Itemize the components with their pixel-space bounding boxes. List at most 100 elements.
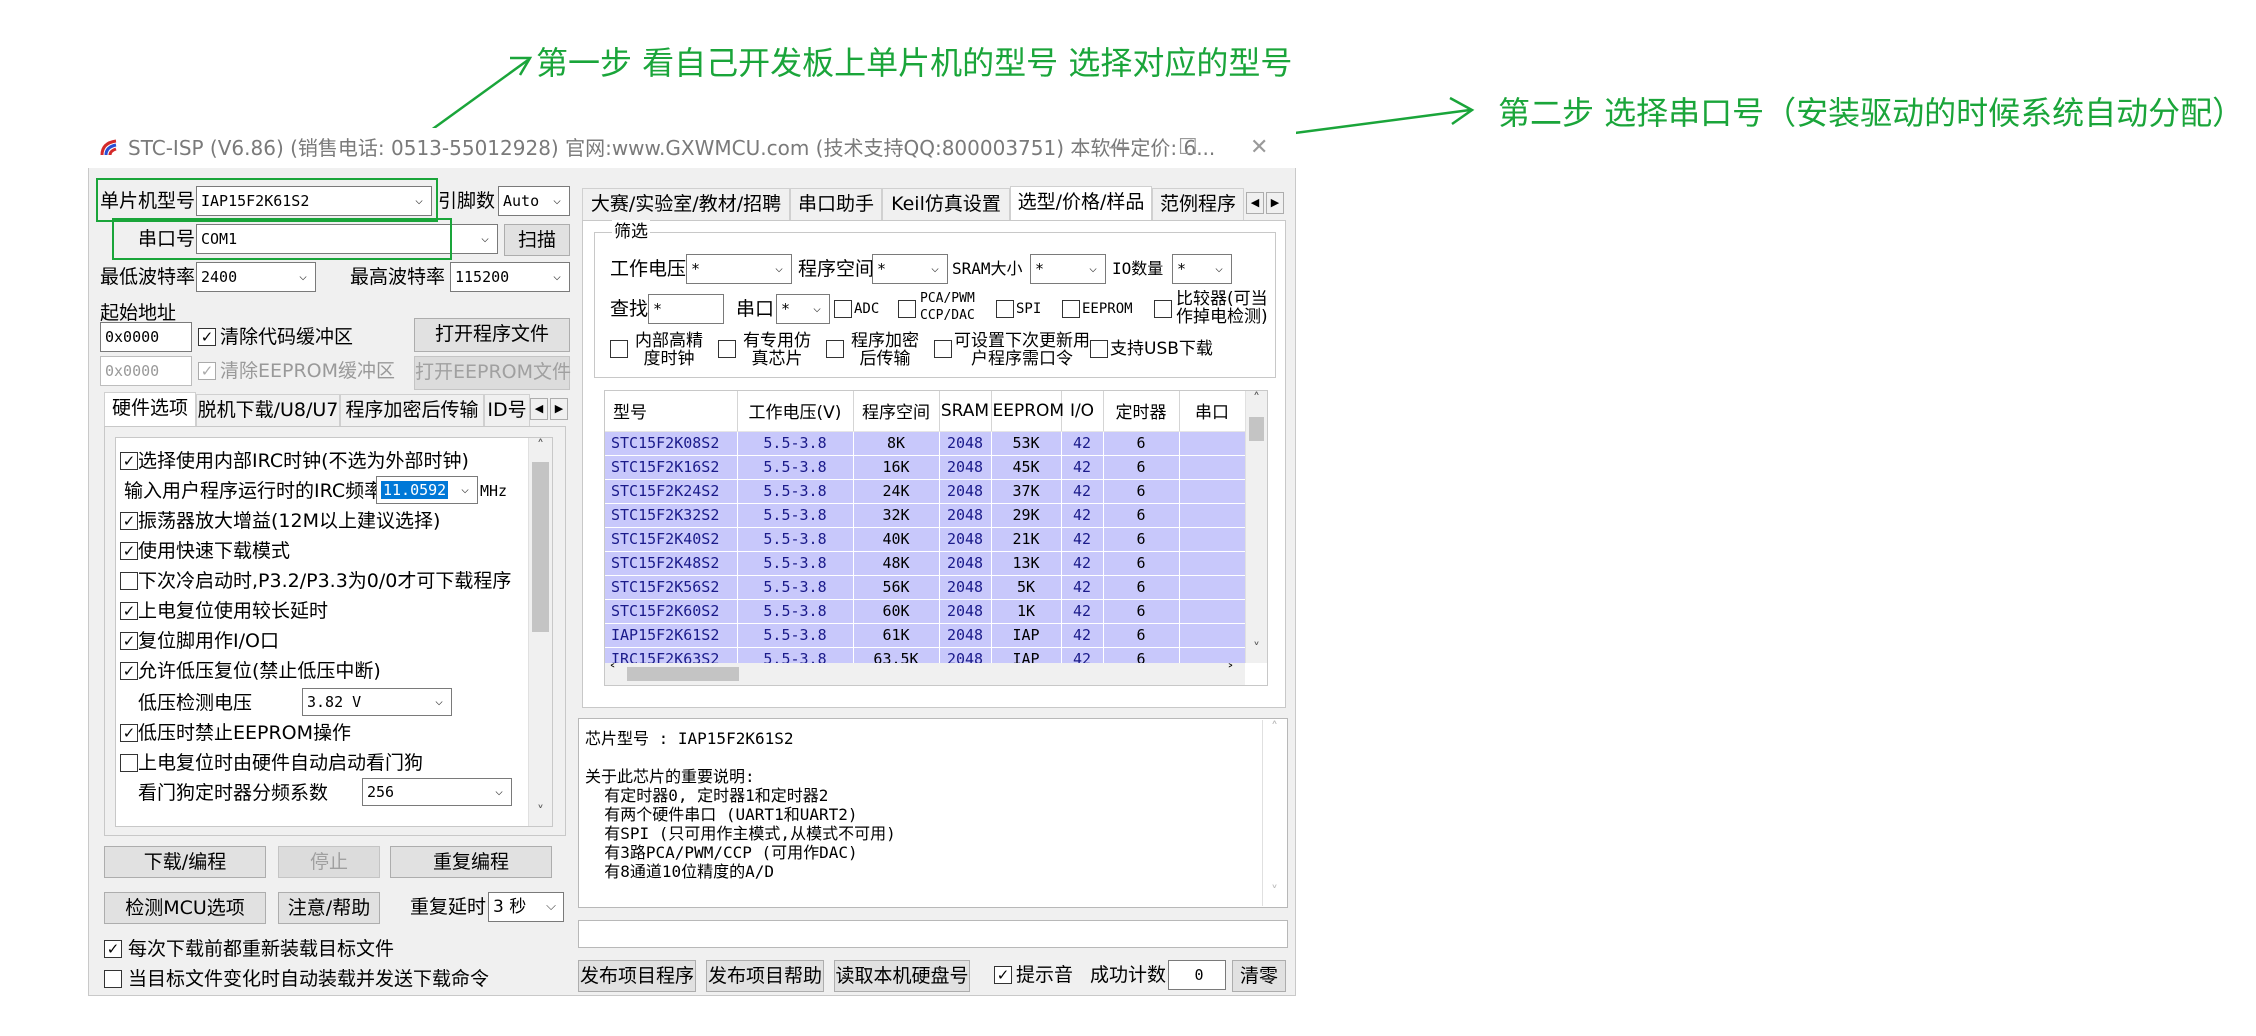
read-disk-button[interactable]: 读取本机硬盘号 (834, 960, 970, 992)
addr1-input[interactable]: 0x0000 (100, 322, 192, 352)
minimize-button[interactable]: — (1108, 128, 1130, 168)
update-cmd-checkbox[interactable] (934, 340, 952, 358)
min-baud-select[interactable]: 2400 ⌵ (196, 262, 316, 292)
auto-reload-checkbox[interactable] (104, 970, 122, 988)
close-button[interactable]: ✕ (1250, 128, 1268, 168)
chip-table-vthumb[interactable] (1249, 417, 1264, 441)
fast-download-checkbox[interactable]: ✓ (120, 542, 138, 560)
options-scrollbar[interactable]: ˄ ˅ (528, 438, 552, 826)
search-input[interactable]: * (648, 294, 724, 324)
chip-table-header-cell[interactable]: 程序空间 (853, 391, 940, 432)
table-row[interactable]: STC15F2K24S2 5.5-3.8 24K 2048 37K 42 6 (605, 479, 1246, 504)
tab-scroll-right-icon[interactable]: ▶ (550, 398, 568, 420)
watchdog-checkbox[interactable] (120, 754, 138, 772)
table-row[interactable]: STC15F2K32S2 5.5-3.8 32K 2048 29K 42 6 (605, 503, 1246, 528)
beep-checkbox[interactable]: ✓ (994, 966, 1012, 984)
tab-serial-assistant[interactable]: 串口助手 (790, 188, 882, 220)
internal-precision-checkbox[interactable] (610, 340, 628, 358)
encrypt-checkbox[interactable] (826, 340, 844, 358)
tab-keil[interactable]: Keil仿真设置 (882, 188, 1010, 220)
chip-table-header-cell[interactable]: 型号 (605, 391, 738, 432)
chip-table-header-cell[interactable]: 工作电压(V) (737, 391, 854, 432)
comparator-checkbox[interactable] (1154, 300, 1172, 318)
chip-table-vscroll[interactable]: ˄ ˅ (1245, 391, 1267, 663)
tab-hardware[interactable]: 硬件选项 (104, 392, 196, 426)
long-reset-checkbox[interactable]: ✓ (120, 602, 138, 620)
clear-count-button[interactable]: 清零 (1232, 960, 1286, 992)
scroll-up-icon[interactable]: ˄ (529, 438, 552, 460)
scroll-left-icon[interactable]: ˂ (609, 663, 616, 679)
table-row[interactable]: STC15F2K16S2 5.5-3.8 16K 2048 45K 42 6 (605, 455, 1246, 480)
chip-table-header-cell[interactable]: EEPROM (991, 391, 1064, 432)
tab-examples[interactable]: 范例程序 (1152, 188, 1244, 220)
options-scroll-thumb[interactable] (532, 462, 549, 632)
publish-program-button[interactable]: 发布项目程序 (578, 960, 696, 992)
reprogram-button[interactable]: 重复编程 (390, 846, 552, 878)
scroll-up-icon[interactable]: ˄ (1263, 720, 1286, 742)
sram-select[interactable]: * ⌵ (1030, 254, 1106, 284)
tab-encrypt[interactable]: 程序加密后传输 (340, 394, 484, 426)
tab-offline[interactable]: 脱机下载/U8/U7 (196, 394, 340, 426)
emulation-label: 有专用仿真芯片 (743, 331, 811, 369)
prog-space-select[interactable]: * ⌵ (872, 254, 948, 284)
detect-mcu-button[interactable]: 检测MCU选项 (104, 892, 266, 924)
maximize-button[interactable]: ☐ (1178, 128, 1198, 168)
chip-table-header-cell[interactable]: 串口 (1179, 391, 1246, 432)
p32-p33-checkbox[interactable] (120, 572, 138, 590)
scroll-down-icon[interactable]: ˅ (529, 804, 552, 826)
irc-clock-checkbox[interactable]: ✓ (120, 452, 138, 470)
chip-table-header-cell[interactable]: 定时器 (1103, 391, 1180, 432)
chip-table-header-cell[interactable]: SRAM (939, 391, 992, 432)
low-volt-reset-checkbox[interactable]: ✓ (120, 662, 138, 680)
table-cell: 45K (991, 455, 1062, 480)
max-baud-select[interactable]: 115200 ⌵ (450, 262, 570, 292)
emulation-checkbox[interactable] (718, 340, 736, 358)
chip-table-header-cell[interactable]: I/O (1061, 391, 1104, 432)
chip-table-hscroll[interactable]: ˂ ˃ (605, 663, 1245, 685)
download-button[interactable]: 下载/编程 (104, 846, 266, 878)
table-row[interactable]: STC15F2K08S2 5.5-3.8 8K 2048 53K 42 6 (605, 431, 1246, 456)
eeprom-label: EEPROM (1082, 301, 1133, 317)
info-scrollbar[interactable]: ˄ ˅ (1262, 720, 1286, 906)
pins-select[interactable]: Auto ⌵ (498, 186, 570, 216)
table-row[interactable]: STC15F2K56S2 5.5-3.8 56K 2048 5K 42 6 (605, 575, 1246, 600)
scroll-down-icon[interactable]: ˅ (1263, 884, 1286, 906)
voltage-select[interactable]: * ⌵ (686, 254, 792, 284)
internal-precision-label: 内部高精度时钟 (635, 331, 703, 369)
usb-checkbox[interactable] (1090, 340, 1108, 358)
adc-checkbox[interactable] (834, 300, 852, 318)
table-row[interactable]: IAP15F2K61S2 5.5-3.8 61K 2048 IAP 42 6 (605, 623, 1246, 648)
tab-selection[interactable]: 选型/价格/样品 (1010, 186, 1152, 220)
uart-select[interactable]: * ⌵ (776, 294, 830, 324)
scan-button[interactable]: 扫描 (504, 224, 570, 256)
low-volt-select[interactable]: 3.82 V ⌵ (302, 688, 452, 716)
spi-checkbox[interactable] (996, 300, 1014, 318)
table-row[interactable]: STC15F2K48S2 5.5-3.8 48K 2048 13K 42 6 (605, 551, 1246, 576)
open-program-button[interactable]: 打开程序文件 (414, 318, 570, 352)
tab-scroll-left-icon[interactable]: ◀ (1246, 192, 1264, 214)
tab-scroll-left-icon[interactable]: ◀ (530, 398, 548, 420)
wdt-div-select[interactable]: 256 ⌵ (362, 778, 512, 806)
help-button[interactable]: 注意/帮助 (278, 892, 380, 924)
tab-competition[interactable]: 大赛/实验室/教材/招聘 (582, 188, 790, 220)
clear-code-checkbox[interactable]: ✓ (198, 328, 216, 346)
chip-table-hthumb[interactable] (627, 667, 739, 681)
scroll-up-icon[interactable]: ˄ (1246, 391, 1267, 413)
irc-freq-select[interactable]: 11.0592 ⌵ (376, 476, 478, 504)
io-select[interactable]: * ⌵ (1172, 254, 1232, 284)
reset-io-checkbox[interactable]: ✓ (120, 632, 138, 650)
repeat-delay-select[interactable]: 3 秒 ⌵ (488, 892, 564, 922)
wdt-div-value: 256 (367, 783, 395, 801)
table-row[interactable]: STC15F2K60S2 5.5-3.8 60K 2048 1K 42 6 (605, 599, 1246, 624)
tab-id[interactable]: ID号 (484, 394, 530, 426)
eeprom-checkbox[interactable] (1062, 300, 1080, 318)
scroll-right-icon[interactable]: ˃ (1227, 663, 1234, 679)
tab-scroll-right-icon[interactable]: ▶ (1266, 192, 1284, 214)
reload-each-checkbox[interactable]: ✓ (104, 940, 122, 958)
osc-gain-checkbox[interactable]: ✓ (120, 512, 138, 530)
pca-checkbox[interactable] (898, 300, 916, 318)
table-row[interactable]: STC15F2K40S2 5.5-3.8 40K 2048 21K 42 6 (605, 527, 1246, 552)
scroll-down-icon[interactable]: ˅ (1246, 641, 1267, 663)
publish-help-button[interactable]: 发布项目帮助 (706, 960, 824, 992)
low-volt-eeprom-checkbox[interactable]: ✓ (120, 724, 138, 742)
